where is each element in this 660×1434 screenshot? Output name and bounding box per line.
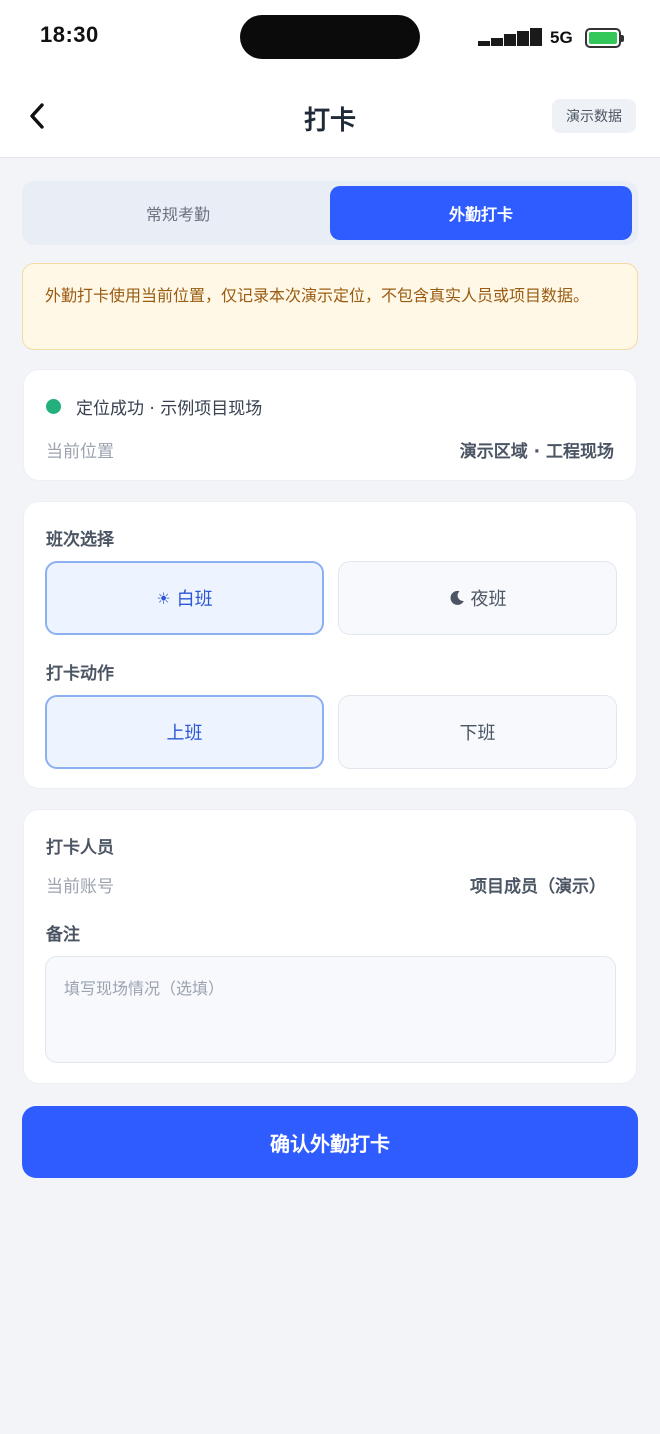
battery-fill bbox=[589, 32, 617, 44]
day-shift-label: 白班 bbox=[176, 589, 213, 610]
dynamic-island bbox=[240, 15, 420, 59]
demo-data-button[interactable]: 演示数据 bbox=[552, 99, 636, 133]
remark-input[interactable] bbox=[45, 956, 616, 1063]
confirm-field-checkin-button[interactable]: 确认外勤打卡 bbox=[22, 1106, 638, 1178]
field-checkin-notice: 外勤打卡使用当前位置，仅记录本次演示定位，不包含真实人员或项目数据。 bbox=[22, 263, 638, 350]
remark-section-title: 备注 bbox=[46, 925, 80, 945]
shift-section-title: 班次选择 bbox=[46, 530, 114, 550]
current-account-label: 当前账号 bbox=[46, 877, 114, 897]
location-success-dot bbox=[46, 399, 61, 414]
location-card: 定位成功 · 示例项目现场 当前位置 演示区域 · 工程现场 bbox=[23, 369, 637, 481]
battery-icon bbox=[585, 28, 624, 48]
current-location-value: 演示区域 · 工程现场 bbox=[459, 442, 614, 462]
person-section-title: 打卡人员 bbox=[46, 838, 114, 858]
moon-icon bbox=[450, 590, 464, 605]
nav-bar: 打卡 演示数据 bbox=[0, 78, 660, 158]
tab-regular-attendance[interactable]: 常规考勤 bbox=[27, 186, 329, 240]
night-shift-option[interactable]: 夜班 bbox=[338, 561, 617, 635]
clock-in-option[interactable]: 上班 bbox=[45, 695, 324, 769]
signal-icon bbox=[478, 28, 542, 46]
location-status-text: 定位成功 · 示例项目现场 bbox=[76, 399, 263, 419]
status-bar: 18:30 5G bbox=[0, 0, 660, 78]
night-shift-label: 夜班 bbox=[470, 589, 507, 610]
current-account-value: 项目成员（演示） bbox=[470, 877, 606, 897]
day-shift-option[interactable]: ☀ 白班 bbox=[45, 561, 324, 635]
battery-nub bbox=[621, 35, 624, 42]
action-section-title: 打卡动作 bbox=[46, 664, 114, 684]
tab-field-checkin[interactable]: 外勤打卡 bbox=[330, 186, 632, 240]
current-location-label: 当前位置 bbox=[46, 442, 114, 462]
shift-action-card: 班次选择 ☀ 白班 夜班 打卡动作 上班 下班 bbox=[23, 501, 637, 789]
person-remark-card: 打卡人员 当前账号 项目成员（演示） 备注 bbox=[23, 809, 637, 1084]
network-type: 5G bbox=[550, 28, 573, 47]
checkin-type-tabs: 常规考勤 外勤打卡 bbox=[22, 181, 638, 245]
location-status: 定位成功 · 示例项目现场 bbox=[46, 394, 262, 419]
sun-icon: ☀ bbox=[156, 588, 171, 608]
status-time: 18:30 bbox=[40, 22, 99, 47]
clock-out-option[interactable]: 下班 bbox=[338, 695, 617, 769]
